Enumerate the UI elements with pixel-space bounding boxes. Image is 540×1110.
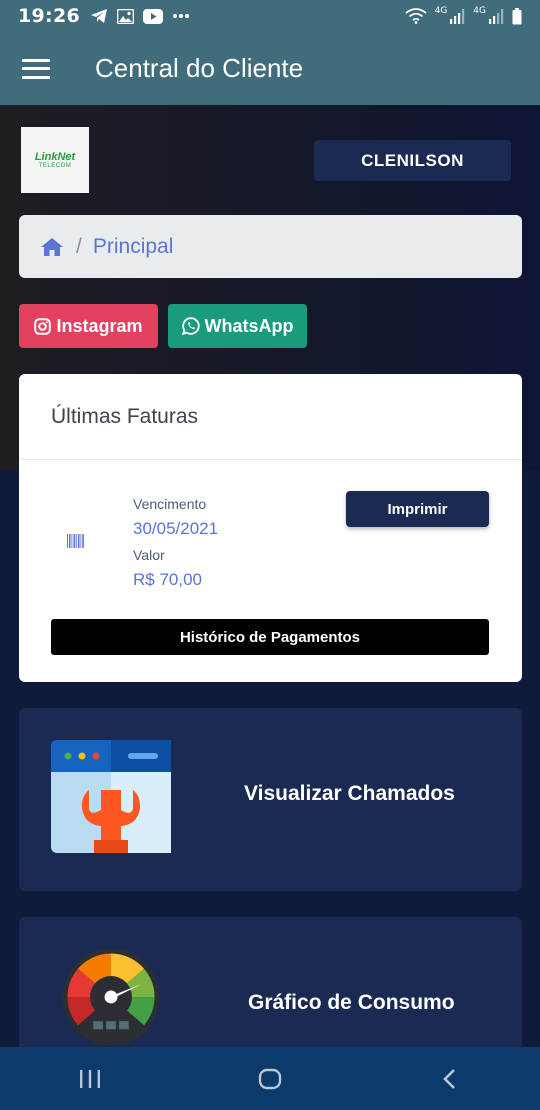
logo-subtext: TELECOM <box>38 163 72 169</box>
network-type-1: 4G <box>434 6 448 16</box>
youtube-icon <box>142 8 163 24</box>
recent-apps-icon[interactable] <box>60 1057 120 1101</box>
invoices-card: Últimas Faturas Vencimento 30/05/2021 Va… <box>19 374 522 682</box>
home-button-icon[interactable] <box>240 1057 300 1101</box>
menu-icon[interactable] <box>22 58 50 79</box>
signal-icon <box>450 9 465 24</box>
barcode-icon <box>67 534 84 548</box>
breadcrumb-current[interactable]: Principal <box>93 235 174 259</box>
due-date-value: 30/05/2021 <box>133 519 219 538</box>
more-icon <box>172 14 189 18</box>
instagram-button[interactable]: Instagram <box>19 304 158 348</box>
due-date-label: Vencimento <box>133 496 207 512</box>
instagram-label: Instagram <box>56 315 143 336</box>
wifi-icon <box>405 8 427 24</box>
tickets-tile[interactable]: Visualizar Chamados <box>19 708 522 891</box>
app-bar: Central do Cliente <box>0 32 540 105</box>
network-type-2: 4G <box>473 6 486 16</box>
status-bar: 19:26 4G 4G <box>0 0 540 32</box>
invoice-value: R$ 70,00 <box>133 570 202 589</box>
gallery-icon <box>116 8 134 24</box>
status-time: 19:26 <box>18 5 80 27</box>
print-button[interactable]: Imprimir <box>346 491 489 527</box>
speedometer-icon <box>62 948 160 1046</box>
whatsapp-button[interactable]: WhatsApp <box>168 304 307 348</box>
telegram-icon <box>90 9 107 23</box>
breadcrumb: / Principal <box>19 215 522 278</box>
logo-text: LinkNet <box>34 151 76 163</box>
invoices-title: Últimas Faturas <box>51 404 199 428</box>
company-logo: LinkNet TELECOM <box>21 127 89 193</box>
user-name-button[interactable]: CLENILSON <box>314 140 511 181</box>
tickets-tile-label: Visualizar Chamados <box>244 782 455 805</box>
consumption-tile[interactable]: Gráfico de Consumo <box>19 917 522 1057</box>
payment-history-button[interactable]: Histórico de Pagamentos <box>51 619 489 655</box>
app-title: Central do Cliente <box>95 53 304 83</box>
whatsapp-icon <box>181 317 200 335</box>
battery-icon <box>512 7 522 24</box>
signal-icon-2 <box>489 9 504 24</box>
whatsapp-label: WhatsApp <box>204 315 294 336</box>
consumption-tile-label: Gráfico de Consumo <box>248 991 455 1014</box>
invoices-card-header: Últimas Faturas <box>19 374 522 460</box>
back-icon[interactable] <box>420 1057 480 1101</box>
value-label: Valor <box>133 547 165 563</box>
breadcrumb-separator: / <box>76 234 82 258</box>
instagram-icon <box>34 317 52 335</box>
system-nav-bar <box>0 1047 540 1110</box>
home-icon[interactable] <box>40 237 64 257</box>
support-wrench-icon <box>51 740 171 853</box>
